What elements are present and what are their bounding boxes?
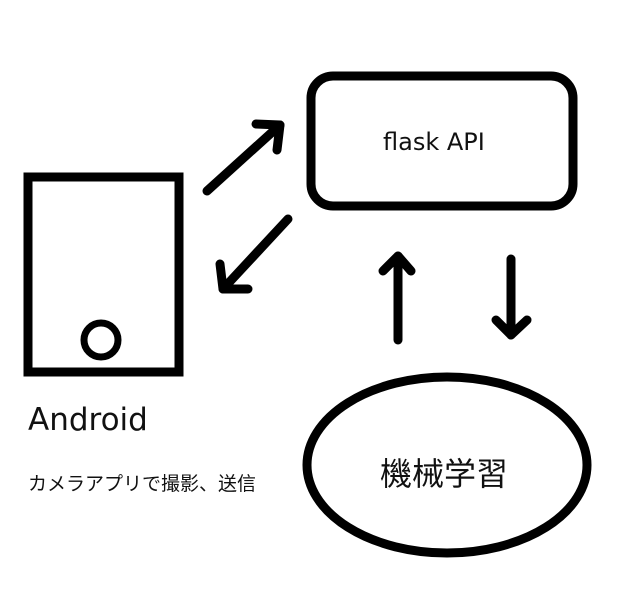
diagram-canvas <box>23 71 592 558</box>
arrow-ml-to-flask <box>378 251 416 345</box>
arrow-android-to-flask <box>202 119 285 196</box>
arrow-flask-to-android <box>215 214 293 294</box>
arrow-flask-to-ml <box>491 254 532 340</box>
android-caption: カメラアプリで撮影、送信 <box>28 473 257 495</box>
flask-api-label: flask API <box>383 128 485 156</box>
android-home-button <box>80 319 122 361</box>
machine-learning-label: 機械学習 <box>380 455 509 493</box>
android-phone-body <box>23 172 184 377</box>
android-label: Android <box>28 402 148 438</box>
